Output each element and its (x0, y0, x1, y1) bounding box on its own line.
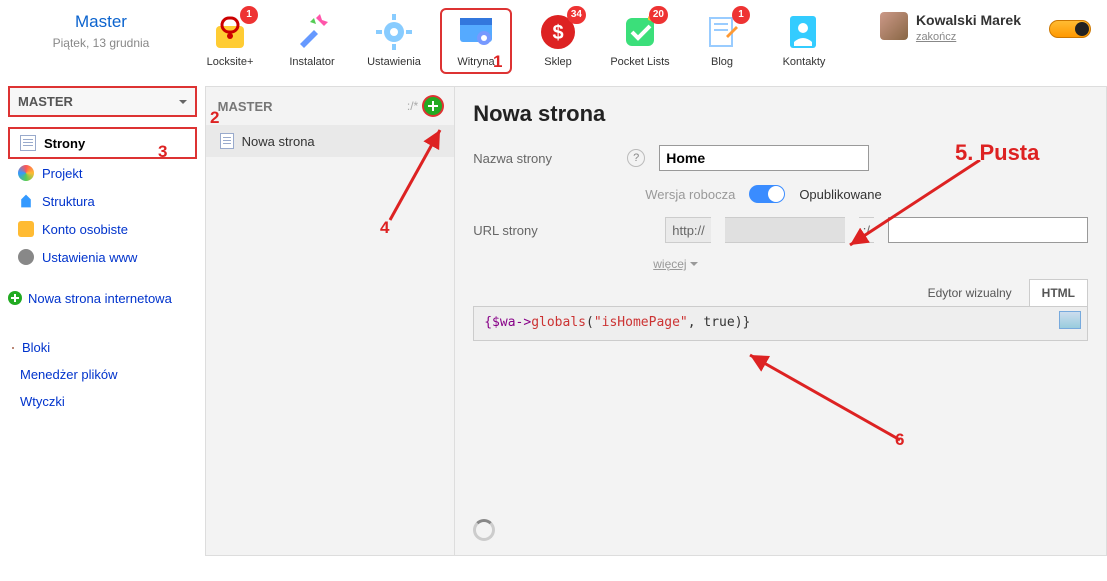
app-settings[interactable]: Ustawienia (358, 8, 430, 74)
nav-account[interactable]: Konto osobiste (8, 215, 197, 243)
account-icon (18, 221, 34, 237)
new-page-link[interactable]: Nowa strona internetowa (8, 287, 197, 310)
page-title: Nowa strona (473, 101, 1088, 127)
app-blog[interactable]: Blog 1 (686, 8, 758, 74)
url-slash: :/ (859, 217, 874, 243)
app-label: Kontakty (770, 56, 838, 68)
site-selector[interactable]: MASTER (8, 86, 197, 117)
help-icon[interactable]: ? (627, 149, 645, 167)
nav-label: Projekt (42, 166, 82, 181)
tab-visual[interactable]: Edytor wizualny (915, 279, 1025, 306)
publish-toggle[interactable] (749, 185, 785, 203)
site-icon (456, 12, 496, 52)
app-installer[interactable]: Instalator (276, 8, 348, 74)
name-label: Nazwa strony (473, 151, 613, 166)
html-editor[interactable]: {$wa->globals("isHomePage", true)} (473, 307, 1088, 341)
sec-plugins[interactable]: Wtyczki (8, 388, 197, 415)
insert-image-button[interactable] (1059, 311, 1081, 329)
badge: 20 (649, 6, 668, 24)
published-label: Opublikowane (799, 187, 881, 202)
nav-label: Ustawienia www (42, 250, 137, 265)
app-label: Locksite+ (196, 56, 264, 68)
app-locksite[interactable]: Locksite+ 1 (194, 8, 266, 74)
nav-wwwset[interactable]: Ustawienia www (8, 243, 197, 271)
mid-header: MASTER (218, 99, 273, 114)
nav-label: Struktura (42, 194, 95, 209)
installer-icon (292, 12, 332, 52)
tab-html[interactable]: HTML (1029, 279, 1088, 306)
url-slug-input[interactable] (888, 217, 1088, 243)
loading-spinner-icon (473, 519, 495, 541)
logout-link[interactable]: zakończ (916, 31, 956, 43)
sec-files[interactable]: Menedżer plików (8, 361, 197, 388)
blocks-icon (12, 347, 14, 349)
app-label: Instalator (278, 56, 346, 68)
brand-date: Piątek, 13 grudnia (16, 36, 186, 50)
new-page-label: Nowa strona internetowa (28, 291, 172, 306)
brand-title[interactable]: Master (16, 12, 186, 32)
sec-blocks[interactable]: Bloki (8, 334, 197, 361)
add-page-button[interactable] (424, 97, 442, 115)
app-label: Sklep (524, 56, 592, 68)
theme-toggle[interactable] (1049, 20, 1091, 38)
nav-structure[interactable]: Struktura (8, 187, 197, 215)
url-label: URL strony (473, 223, 613, 238)
url-prefix: http:// (665, 217, 711, 243)
app-contacts[interactable]: Kontakty (768, 8, 840, 74)
nav-pages[interactable]: Strony (8, 127, 197, 159)
structure-icon (18, 193, 34, 209)
nav-design[interactable]: Projekt (8, 159, 197, 187)
settings-icon (374, 12, 414, 52)
badge: 34 (567, 6, 586, 24)
page-icon (220, 133, 234, 149)
wwwset-icon (18, 249, 34, 265)
page-icon (20, 135, 36, 151)
url-host (725, 217, 845, 243)
avatar[interactable] (880, 12, 908, 40)
design-icon (18, 165, 34, 181)
nav-label: Strony (44, 136, 85, 151)
svg-text:$: $ (552, 22, 563, 44)
contacts-icon (784, 12, 824, 52)
app-label: Pocket Lists (606, 56, 674, 68)
more-link[interactable]: więcej (653, 257, 1088, 271)
app-pocket[interactable]: Pocket Lists 20 (604, 8, 676, 74)
plus-icon (8, 291, 22, 305)
app-label: Witryna (442, 56, 510, 68)
user-name[interactable]: Kowalski Marek (916, 12, 1021, 28)
app-label: Blog (688, 56, 756, 68)
nav-label: Konto osobiste (42, 222, 128, 237)
app-site[interactable]: Witryna (440, 8, 512, 74)
sec-label: Bloki (22, 340, 50, 355)
app-shop[interactable]: $ Sklep 34 (522, 8, 594, 74)
page-list-item[interactable]: Nowa strona (206, 125, 455, 157)
app-label: Ustawienia (360, 56, 428, 68)
sec-label: Wtyczki (20, 394, 65, 409)
page-name-input[interactable] (659, 145, 869, 171)
badge: 1 (732, 6, 750, 24)
page-item-label: Nowa strona (242, 134, 315, 149)
draft-label: Wersja robocza (645, 187, 735, 202)
badge: 1 (240, 6, 258, 24)
sec-label: Menedżer plików (20, 367, 118, 382)
mid-path: :/* (407, 99, 418, 113)
